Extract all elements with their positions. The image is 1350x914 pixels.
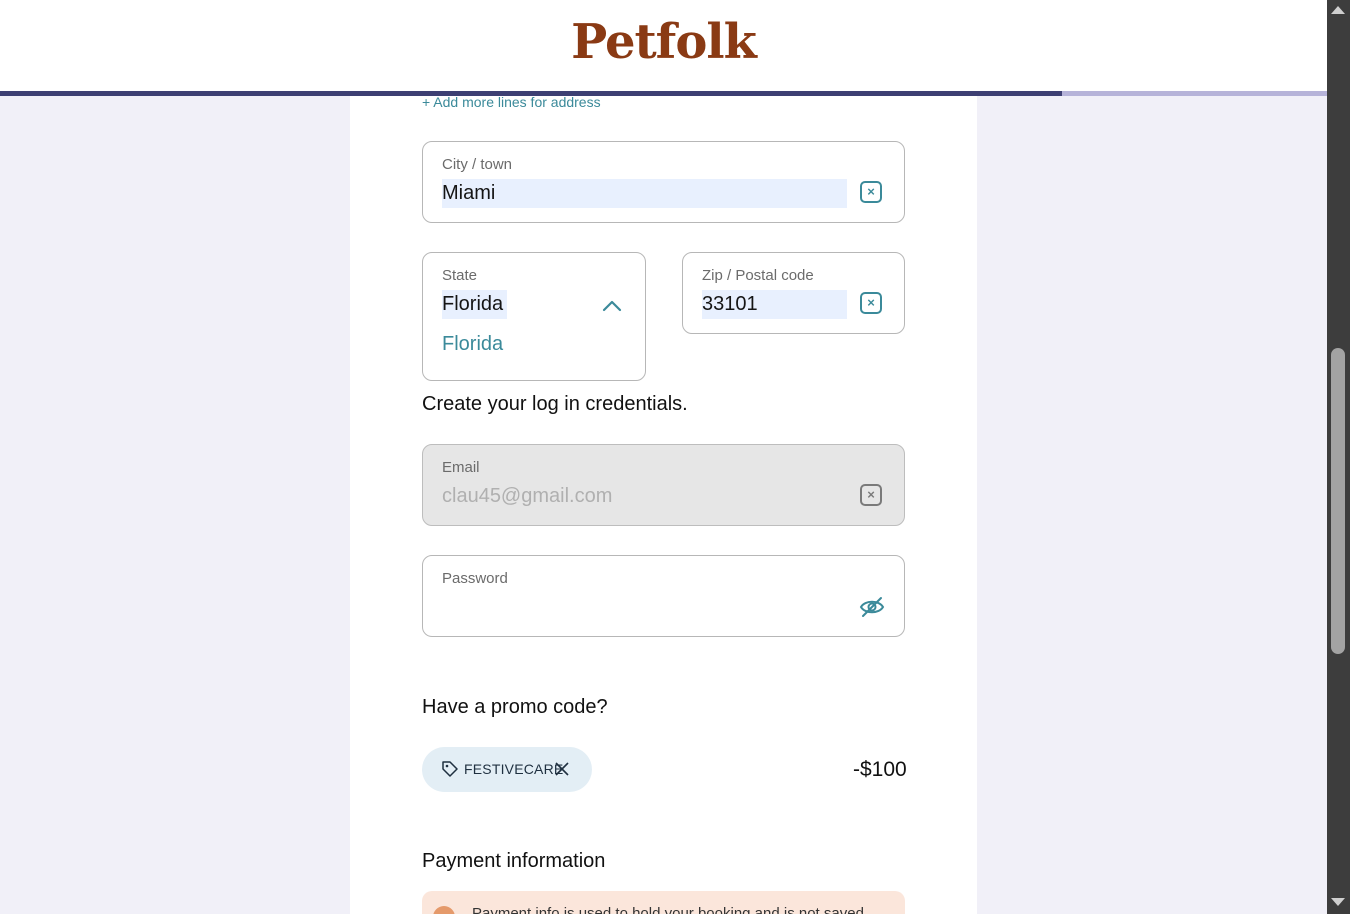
state-select[interactable]: State Florida Florida: [422, 252, 646, 381]
city-label: City / town: [442, 156, 513, 173]
zip-label: Zip / Postal code: [702, 267, 814, 284]
state-selected-value[interactable]: Florida: [442, 290, 508, 319]
promo-heading: Have a promo code?: [422, 696, 608, 718]
city-input[interactable]: Miami: [442, 179, 847, 208]
promo-code-text: FESTIVECARE: [464, 761, 564, 777]
password-field[interactable]: Password: [422, 555, 905, 637]
payment-info-banner: Payment info is used to hold your bookin…: [422, 891, 905, 914]
clear-zip-icon[interactable]: ×: [860, 292, 882, 314]
payment-info-text: Payment info is used to hold your bookin…: [472, 905, 864, 914]
petfolk-logo[interactable]: Petfolk: [0, 14, 1327, 70]
credentials-heading: Create your log in credentials.: [422, 393, 688, 415]
city-field[interactable]: City / town Miami ×: [422, 141, 905, 223]
page-header: Petfolk: [0, 0, 1327, 91]
page-scrollbar[interactable]: [1327, 0, 1350, 914]
state-label: State: [442, 267, 478, 284]
password-label: Password: [442, 570, 508, 587]
email-field[interactable]: Email clau45@gmail.com ×: [422, 444, 905, 526]
scroll-up-arrow-icon[interactable]: [1331, 6, 1345, 14]
zip-input[interactable]: 33101: [702, 290, 847, 319]
email-label: Email: [442, 459, 480, 476]
chevron-up-icon[interactable]: [601, 299, 623, 313]
email-input[interactable]: clau45@gmail.com: [442, 482, 616, 511]
zip-field[interactable]: Zip / Postal code 33101 ×: [682, 252, 905, 334]
tag-icon: [442, 761, 458, 777]
password-input[interactable]: [442, 593, 842, 622]
payment-heading: Payment information: [422, 850, 606, 872]
clear-city-icon[interactable]: ×: [860, 181, 882, 203]
add-address-lines-link[interactable]: + Add more lines for address: [422, 94, 601, 110]
clear-email-icon[interactable]: ×: [860, 484, 882, 506]
scroll-down-arrow-icon[interactable]: [1331, 898, 1345, 906]
remove-promo-close-icon[interactable]: [555, 762, 569, 776]
promo-code-chip: FESTIVECARE: [422, 747, 592, 792]
info-icon: [433, 906, 455, 914]
promo-discount-amount: -$100: [853, 758, 907, 781]
eye-off-icon[interactable]: [859, 596, 885, 618]
state-option-florida[interactable]: Florida: [442, 333, 503, 356]
scrollbar-thumb[interactable]: [1331, 348, 1345, 654]
